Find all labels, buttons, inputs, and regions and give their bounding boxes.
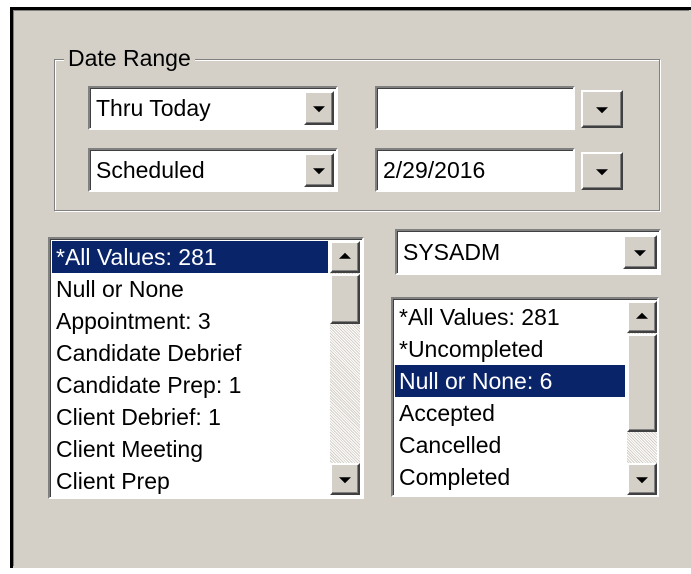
owner-dropdown-button[interactable]	[623, 235, 657, 269]
window-edge	[0, 0, 10, 574]
list-item[interactable]: Cancelled	[395, 429, 625, 461]
arrow-up-icon	[636, 312, 648, 319]
date-type-dropdown-button[interactable]	[304, 153, 334, 187]
list-item[interactable]: Completed	[395, 461, 625, 493]
type-date-value: 2/29/2016	[383, 156, 486, 183]
arrow-up-icon	[339, 252, 351, 259]
chevron-down-icon	[634, 250, 646, 257]
type-date-input[interactable]: 2/29/2016	[375, 148, 575, 192]
chevron-down-icon	[313, 168, 325, 175]
list-item[interactable]: Appointment: 3	[52, 305, 328, 337]
list-item[interactable]: Null or None	[52, 273, 328, 305]
scroll-down-button[interactable]	[627, 463, 657, 495]
status-listbox[interactable]: *All Values: 281 *Uncompleted Null or No…	[391, 297, 659, 497]
chevron-down-icon	[596, 107, 608, 114]
activity-type-listbox[interactable]: *All Values: 281 Null or None Appointmen…	[48, 237, 364, 499]
list-item[interactable]: Accepted	[395, 397, 625, 429]
list-item[interactable]: Client Debrief: 1	[52, 401, 328, 433]
activity-type-items: *All Values: 281 Null or None Appointmen…	[52, 241, 328, 497]
scroll-down-button[interactable]	[330, 463, 360, 495]
arrow-down-icon	[636, 477, 648, 484]
scroll-thumb[interactable]	[330, 274, 360, 324]
status-items: *All Values: 281 *Uncompleted Null or No…	[395, 301, 625, 493]
scroll-up-button[interactable]	[330, 241, 360, 273]
list-item[interactable]: *Uncompleted	[395, 333, 625, 365]
range-date-picker-button[interactable]	[581, 90, 623, 128]
chevron-down-icon	[596, 169, 608, 176]
list-item[interactable]: *All Values: 281	[52, 241, 328, 273]
scroll-up-button[interactable]	[627, 301, 657, 333]
scroll-thumb[interactable]	[627, 334, 657, 432]
status-scrollbar[interactable]	[627, 301, 657, 495]
list-item[interactable]: Candidate Debrief	[52, 337, 328, 369]
panel-border	[13, 10, 689, 11]
date-type-select[interactable]: Scheduled	[88, 148, 338, 192]
chevron-down-icon	[313, 106, 325, 113]
date-range-legend: Date Range	[64, 45, 195, 71]
list-item[interactable]: Client Meeting	[52, 433, 328, 465]
list-item[interactable]: Client Prep	[52, 465, 328, 497]
owner-select[interactable]: SYSADM	[395, 229, 661, 275]
range-date-input[interactable]	[375, 86, 575, 130]
arrow-down-icon	[339, 477, 351, 484]
window-edge	[0, 0, 691, 7]
date-range-select-value: Thru Today	[96, 94, 211, 121]
date-range-dropdown-button[interactable]	[304, 91, 334, 125]
list-item[interactable]: Candidate Prep: 1	[52, 369, 328, 401]
panel-border	[13, 10, 14, 566]
activity-type-scrollbar[interactable]	[330, 241, 360, 495]
owner-select-value: SYSADM	[403, 238, 501, 265]
window-edge	[0, 568, 691, 574]
type-date-picker-button[interactable]	[581, 152, 623, 190]
list-item[interactable]: Null or None: 6	[395, 365, 625, 397]
date-range-select[interactable]: Thru Today	[88, 86, 338, 130]
list-item[interactable]: *All Values: 281	[395, 301, 625, 333]
date-type-select-value: Scheduled	[96, 156, 205, 183]
